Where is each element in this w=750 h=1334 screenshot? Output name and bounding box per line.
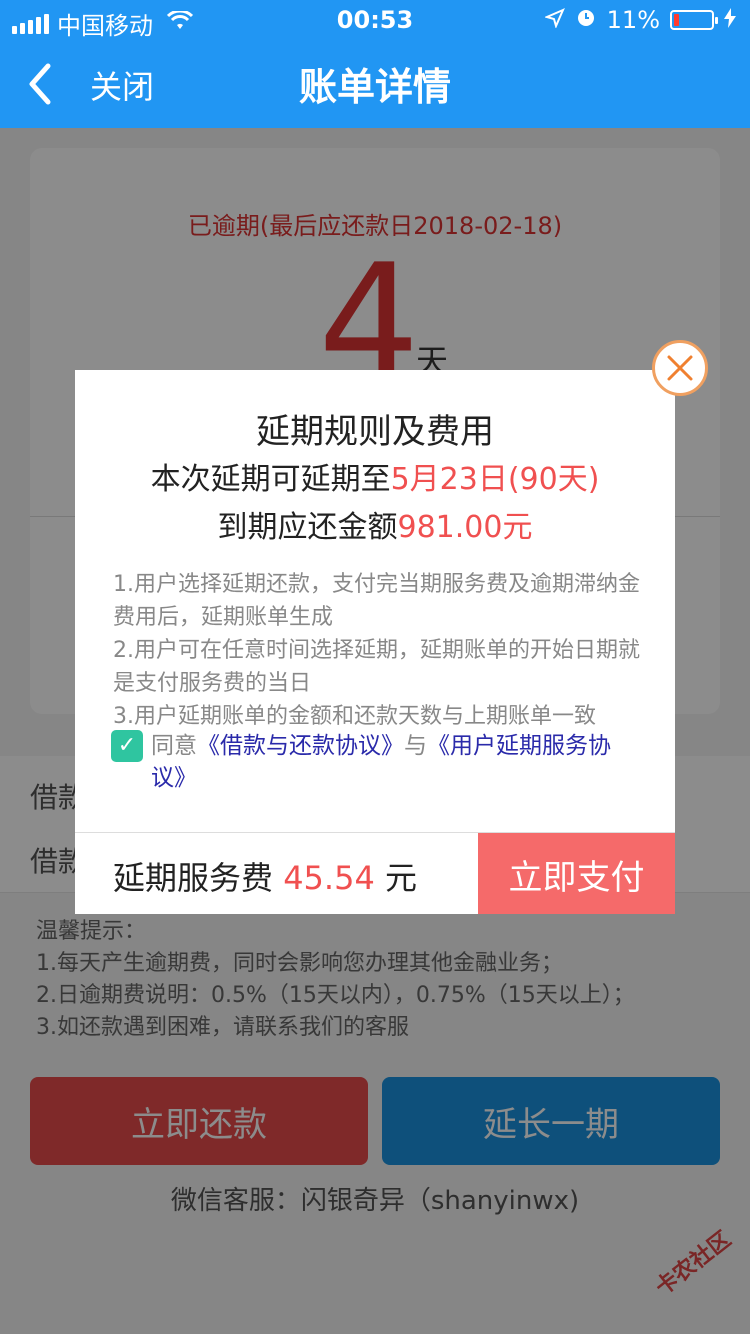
fee-amount: 45.54 bbox=[283, 859, 375, 897]
battery-icon bbox=[670, 10, 718, 30]
agree-prefix: 同意 bbox=[151, 733, 197, 759]
extend-prefix: 本次延期可延期至 bbox=[150, 462, 391, 497]
rule-item: 1.用户选择延期还款，支付完当期服务费及逾期滞纳金费用后，延期账单生成 bbox=[113, 572, 640, 630]
charging-icon bbox=[724, 6, 736, 34]
battery-percent: 11% bbox=[606, 6, 660, 34]
fee-label: 延期服务费 bbox=[113, 859, 274, 897]
rule-item: 2.用户可在任意时间选择延期，延期账单的开始日期就是支付服务费的当日 bbox=[113, 638, 640, 696]
rule-item: 3.用户延期账单的金额和还款天数与上期账单一致 bbox=[113, 704, 596, 729]
pay-now-button[interactable]: 立即支付 bbox=[478, 833, 675, 914]
agree-and: 与 bbox=[404, 733, 427, 759]
extend-date: 5月23日(90天) bbox=[390, 462, 600, 497]
extend-date-line: 本次延期可延期至5月23日(90天) bbox=[75, 454, 675, 498]
modal-footer: 延期服务费 45.54 元 立即支付 bbox=[75, 832, 675, 914]
top-bar: 中国移动 00:53 11% 关闭 账单详情 bbox=[0, 0, 750, 128]
service-fee: 延期服务费 45.54 元 bbox=[113, 853, 417, 899]
location-icon bbox=[543, 6, 565, 34]
extension-modal: 延期规则及费用 本次延期可延期至5月23日(90天) 到期应还金额981.00元… bbox=[75, 370, 675, 914]
agreement-text: 同意《借款与还款协议》与《用户延期服务协议》 bbox=[151, 730, 641, 794]
rules-list: 1.用户选择延期还款，支付完当期服务费及逾期滞纳金费用后，延期账单生成 2.用户… bbox=[113, 568, 641, 733]
status-bar: 中国移动 00:53 11% bbox=[0, 0, 750, 40]
due-amount-line: 到期应还金额981.00元 bbox=[75, 502, 675, 546]
page-title: 账单详情 bbox=[298, 65, 451, 109]
close-icon[interactable] bbox=[652, 340, 708, 396]
alarm-icon bbox=[575, 6, 597, 34]
modal-title: 延期规则及费用 bbox=[256, 412, 494, 452]
loan-agreement-link[interactable]: 《借款与还款协议》 bbox=[197, 733, 404, 759]
fee-unit: 元 bbox=[384, 859, 417, 897]
nav-bar: 关闭 账单详情 bbox=[0, 40, 750, 128]
due-prefix: 到期应还金额 bbox=[217, 510, 398, 545]
due-amount: 981.00元 bbox=[397, 510, 533, 545]
agree-checkbox[interactable]: ✓ bbox=[111, 730, 143, 762]
